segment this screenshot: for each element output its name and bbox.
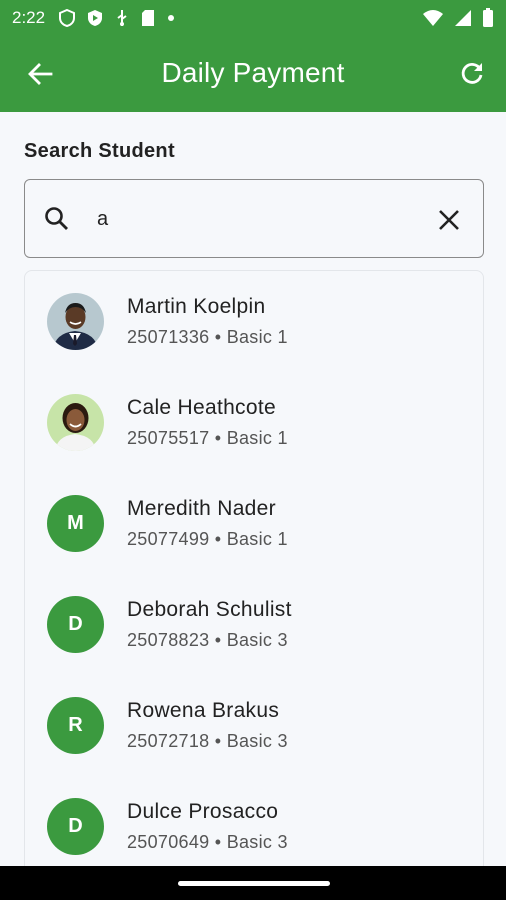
close-icon (439, 210, 459, 230)
student-meta: 25078823 • Basic 3 (127, 630, 288, 650)
app-bar: 2:22 Daily Payment (0, 0, 506, 112)
student-meta: 25072718 • Basic 3 (127, 731, 288, 751)
sim-card-icon (142, 10, 155, 26)
battery-icon (483, 8, 493, 27)
cell-signal-icon (455, 10, 471, 26)
toolbar: Daily Payment (0, 36, 506, 112)
avatar: D (47, 596, 104, 653)
wifi-icon (423, 10, 443, 26)
student-list: Martin Koelpin 25071336 • Basic 1 Cale H… (24, 270, 484, 890)
system-nav-bar (0, 866, 506, 900)
student-item[interactable]: M Meredith Nader 25077499 • Basic 1 (25, 473, 483, 574)
arrow-back-icon (28, 63, 53, 85)
search-input[interactable] (97, 200, 417, 238)
page-title: Daily Payment (161, 57, 345, 88)
student-name: Deborah Schulist (127, 598, 292, 621)
student-name: Meredith Nader (127, 497, 276, 520)
student-name: Martin Koelpin (127, 295, 266, 318)
shield-icon (59, 9, 76, 27)
notification-dot-icon (168, 15, 175, 21)
avatar (47, 293, 104, 350)
avatar: M (47, 495, 104, 552)
student-item[interactable]: R Rowena Brakus 25072718 • Basic 3 (25, 675, 483, 776)
play-protect-icon (88, 10, 103, 26)
student-meta: 25071336 • Basic 1 (127, 327, 288, 347)
student-meta: 25075517 • Basic 1 (127, 428, 288, 448)
back-button[interactable] (16, 50, 64, 98)
student-name: Dulce Prosacco (127, 800, 279, 823)
status-time: 2:22 (12, 8, 46, 27)
student-name: Rowena Brakus (127, 699, 280, 722)
student-meta: 25077499 • Basic 1 (127, 529, 288, 549)
usb-icon (117, 10, 127, 26)
avatar (47, 394, 104, 451)
search-label: Search Student (24, 140, 175, 162)
avatar: D (47, 798, 104, 855)
search-icon (43, 205, 71, 238)
search-field[interactable] (24, 179, 484, 258)
student-item[interactable]: Martin Koelpin 25071336 • Basic 1 (25, 271, 483, 372)
home-gesture-handle[interactable] (178, 881, 330, 886)
student-name: Cale Heathcote (127, 396, 276, 419)
avatar: R (47, 697, 104, 754)
student-item[interactable]: D Deborah Schulist 25078823 • Basic 3 (25, 574, 483, 675)
status-bar: 2:22 (0, 0, 506, 36)
clear-search-button[interactable] (433, 204, 465, 236)
refresh-button[interactable] (448, 50, 496, 98)
student-item[interactable]: D Dulce Prosacco 25070649 • Basic 3 (25, 776, 483, 877)
refresh-icon (461, 63, 483, 84)
student-meta: 25070649 • Basic 3 (127, 832, 288, 852)
student-item[interactable]: Cale Heathcote 25075517 • Basic 1 (25, 372, 483, 473)
